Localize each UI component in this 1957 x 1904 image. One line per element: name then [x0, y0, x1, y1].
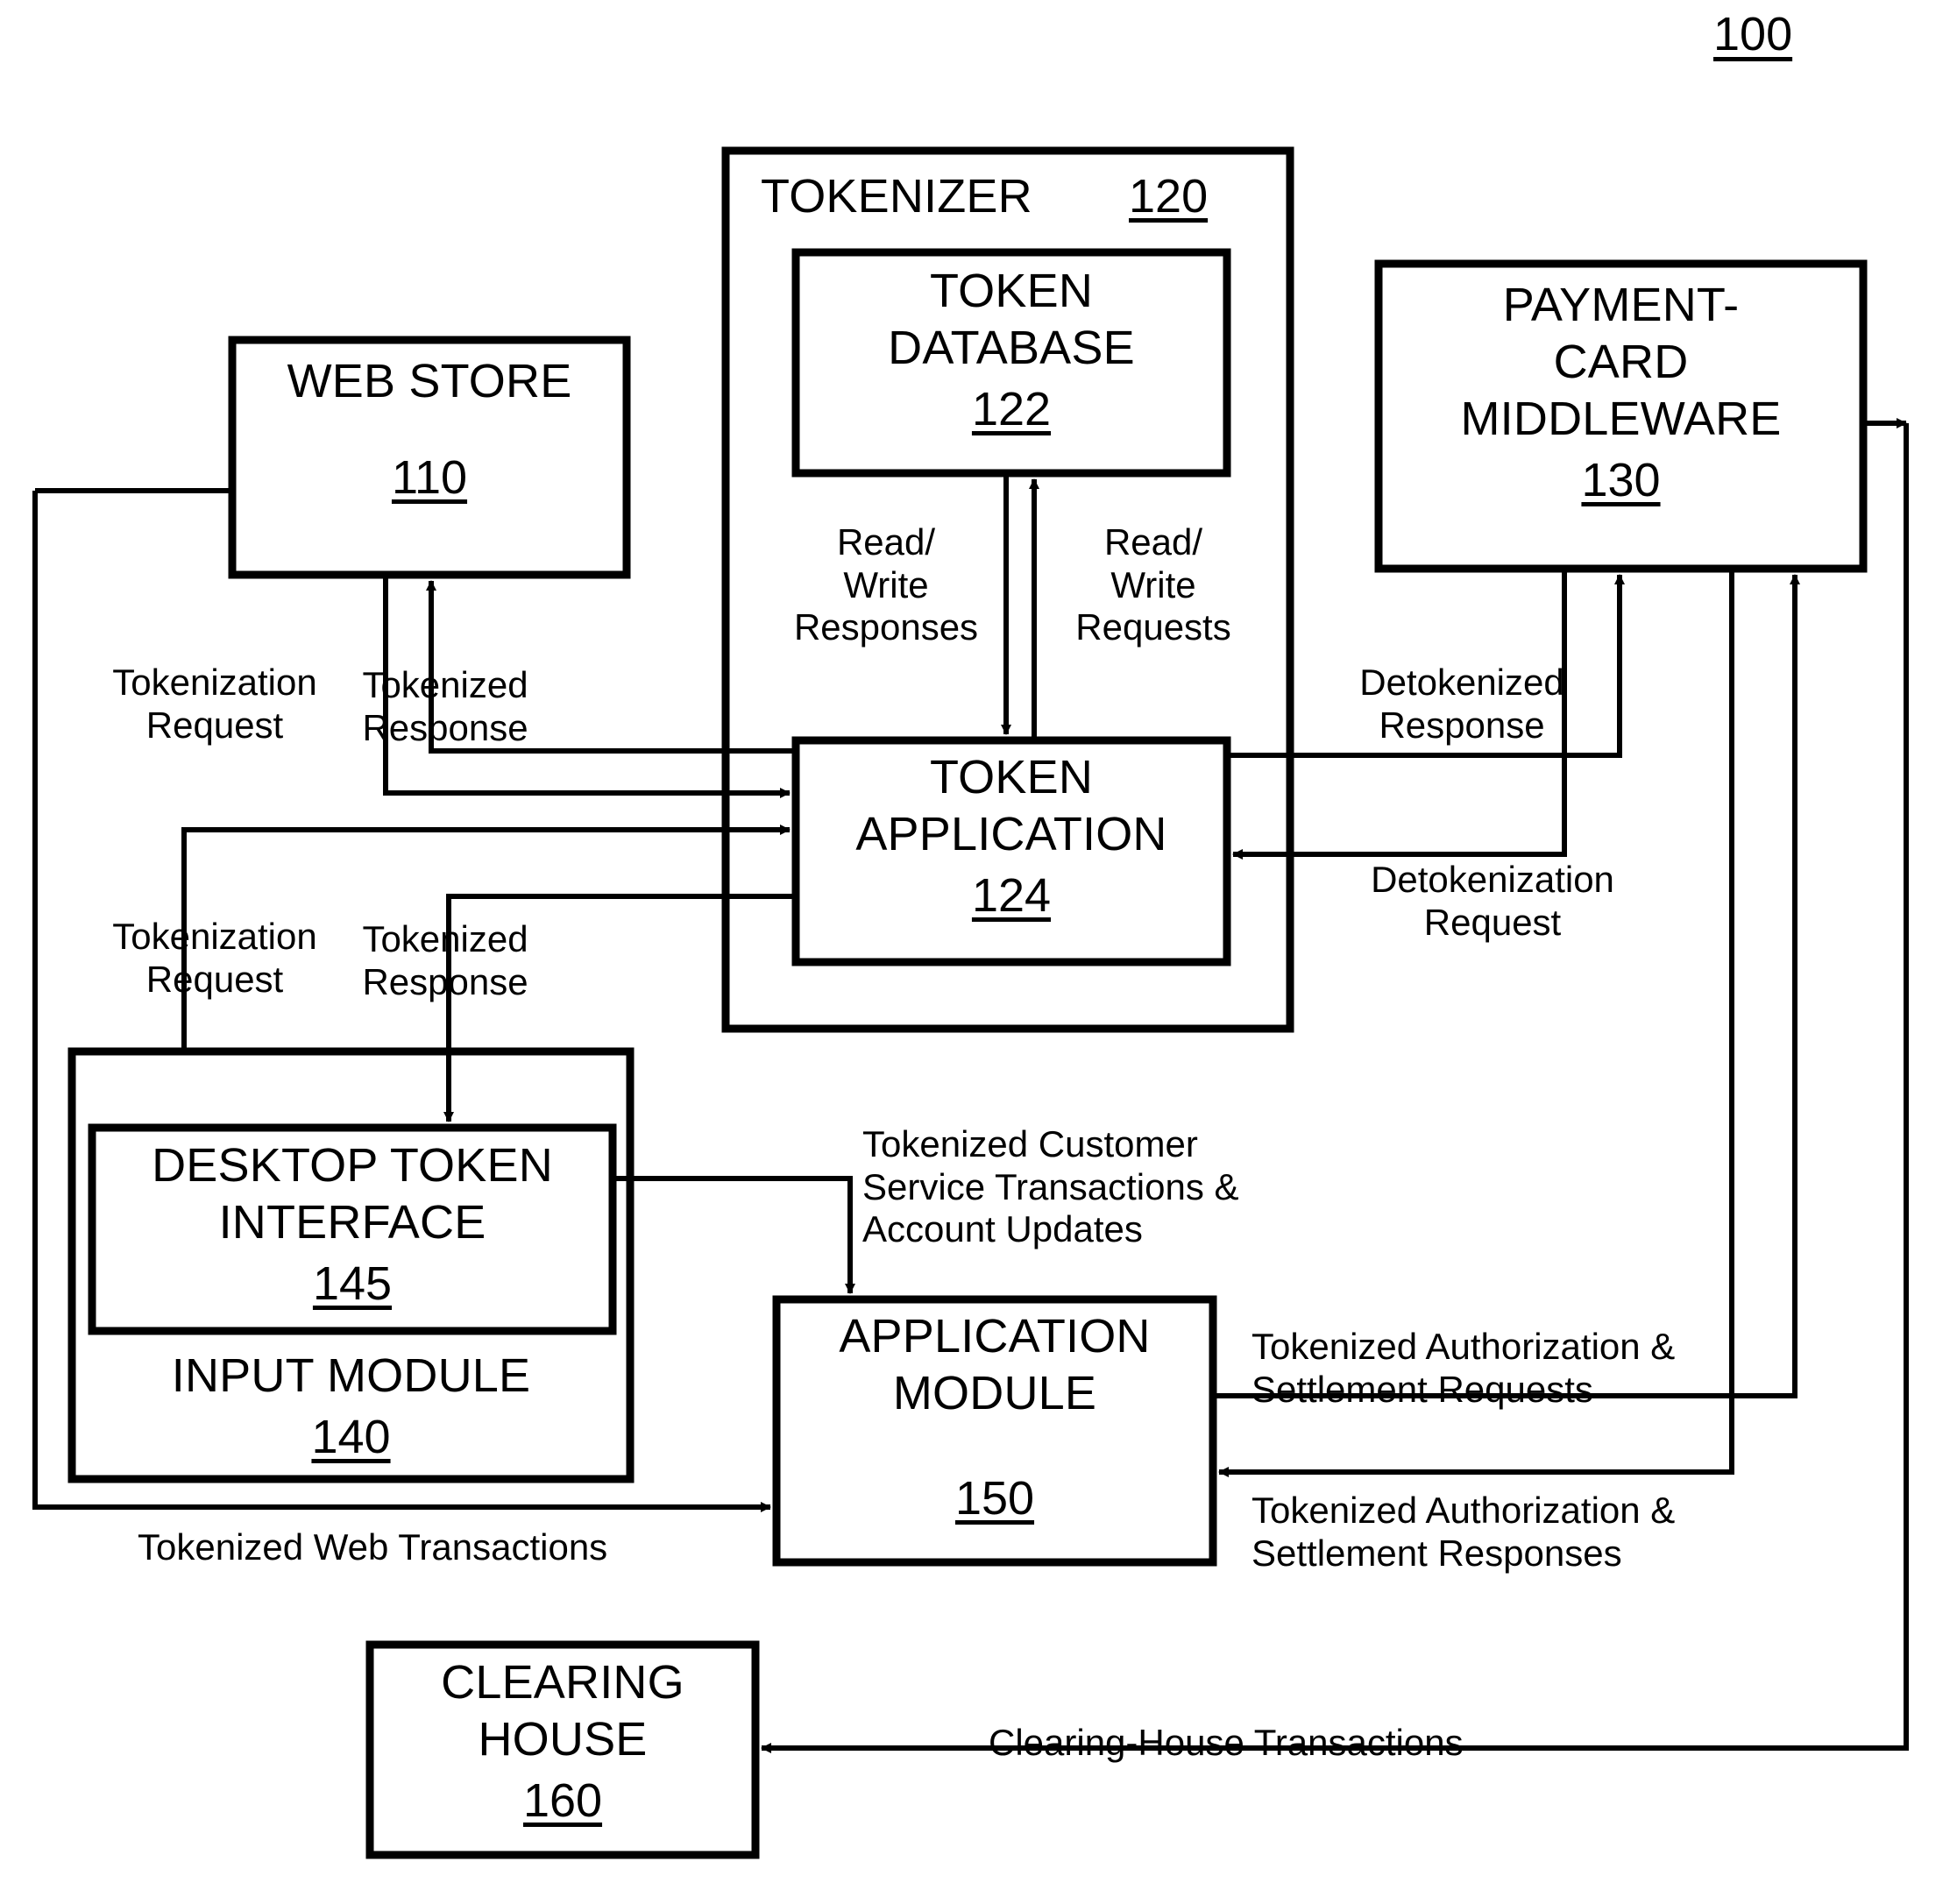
input-module-title: INPUT MODULE [171, 1349, 531, 1402]
flow-label-input-tokenized-response: Tokenized Response [362, 918, 528, 1002]
desktop-token-interface-ref: 145 [312, 1257, 393, 1310]
figure-number: 100 [1713, 8, 1793, 60]
input-module-ref: 140 [311, 1411, 391, 1463]
figure-canvas: 100 WEB STORE 110 TOKENIZER 120 TOKEN DA… [0, 0, 1957, 1904]
token-application-title-line1: TOKEN [929, 751, 1094, 803]
application-module-title-line2: MODULE [892, 1367, 1097, 1419]
desktop-token-interface-title-line2: INTERFACE [218, 1196, 486, 1249]
tokenizer-ref: 120 [1129, 170, 1209, 223]
flow-label-tokenized-web-transactions: Tokenized Web Transactions [138, 1526, 608, 1568]
clearing-house-title-line2: HOUSE [478, 1713, 648, 1766]
tokenizer-title: TOKENIZER [761, 170, 1032, 223]
payment-middleware-title-line1: PAYMENT- [1502, 279, 1740, 331]
clearing-house-ref: 160 [522, 1774, 603, 1827]
flow-label-tokenized-customer-service: Tokenized Customer Service Transactions &… [862, 1123, 1239, 1250]
flow-label-read-write-requests: Read/Write Requests [1075, 521, 1231, 648]
token-application-title-line2: APPLICATION [855, 808, 1167, 860]
application-module-title-line1: APPLICATION [839, 1310, 1151, 1363]
application-module-ref: 150 [954, 1472, 1035, 1525]
flow-label-clearing-house-transactions: Clearing-House Transactions [989, 1722, 1464, 1763]
payment-middleware-title-line3: MIDDLEWARE [1460, 393, 1782, 445]
token-database-title-line1: TOKEN [929, 265, 1094, 317]
flow-label-input-tokenization-request: Tokenization Request [112, 916, 317, 1000]
desktop-token-interface-title-line1: DESKTOP TOKEN [152, 1139, 553, 1192]
payment-middleware-ref: 130 [1581, 454, 1661, 506]
flow-label-tokenized-auth-responses: Tokenized Authorization & Settlement Resp… [1251, 1490, 1676, 1574]
flow-label-tokenized-auth-requests: Tokenized Authorization & Settlement Requ… [1251, 1326, 1676, 1410]
web-store-ref: 110 [391, 451, 468, 504]
line-tokenized-customer-service [613, 1176, 855, 1294]
token-database-ref: 122 [971, 383, 1052, 435]
flow-label-web-tokenized-response: Tokenized Response [362, 664, 528, 748]
flow-label-detokenization-request: Detokenization Request [1371, 859, 1614, 943]
payment-middleware-title-line2: CARD [1553, 336, 1689, 388]
clearing-house-title-line1: CLEARING [441, 1656, 684, 1709]
token-database-title-line2: DATABASE [888, 322, 1135, 374]
token-application-ref: 124 [971, 869, 1052, 922]
flow-label-read-write-responses: Read/Write Responses [793, 521, 979, 648]
flow-label-web-tokenization-request: Tokenization Request [112, 662, 317, 746]
flow-label-detokenized-response: Detokenized Response [1359, 662, 1564, 746]
web-store-title: WEB STORE [287, 355, 572, 407]
